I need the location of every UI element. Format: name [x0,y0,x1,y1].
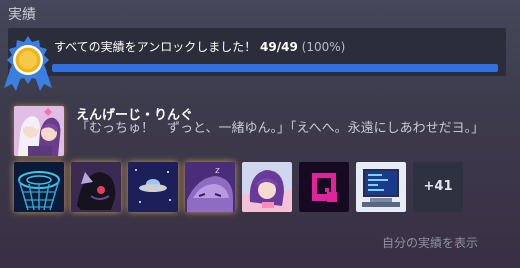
warp-tunnel-icon[interactable] [14,162,64,212]
svg-text:z: z [215,166,220,176]
girl-on-pillow-icon[interactable] [242,162,292,212]
dark-creature-icon[interactable] [71,162,121,212]
rarest-achievement-description: 「むっちゅ！ ずっと、一緒ゆん。」「えへへ。永遠にしあわせだヨ。」 [76,121,485,136]
progress-message: すべての実績をアンロックしました！ [54,40,257,54]
achievement-progress: すべての実績をアンロックしました！ 49/49 (100%) [8,28,506,76]
gold-medal-icon [4,36,52,91]
letter-q-icon[interactable] [299,162,349,212]
sleeping-character-icon[interactable]: z [185,162,235,212]
progress-percent: (100%) [301,40,346,54]
rarest-achievement-icon[interactable] [14,106,64,156]
ufo-icon[interactable] [128,162,178,212]
more-achievements-button[interactable]: +41 [413,162,463,212]
show-own-achievements-link[interactable]: 自分の実績を表示 [382,234,478,251]
achievements-panel: 実績 すべての実績をアンロックしました！ 49/49 (100%) えんげーじ・… [0,0,520,268]
progress-bar [52,64,498,72]
progress-count: 49/49 [260,40,298,54]
progress-text: すべての実績をアンロックしました！ 49/49 (100%) [54,38,345,55]
section-title: 実績 [8,7,36,23]
retro-computer-icon[interactable] [356,162,406,212]
progress-bar-fill [52,64,498,72]
